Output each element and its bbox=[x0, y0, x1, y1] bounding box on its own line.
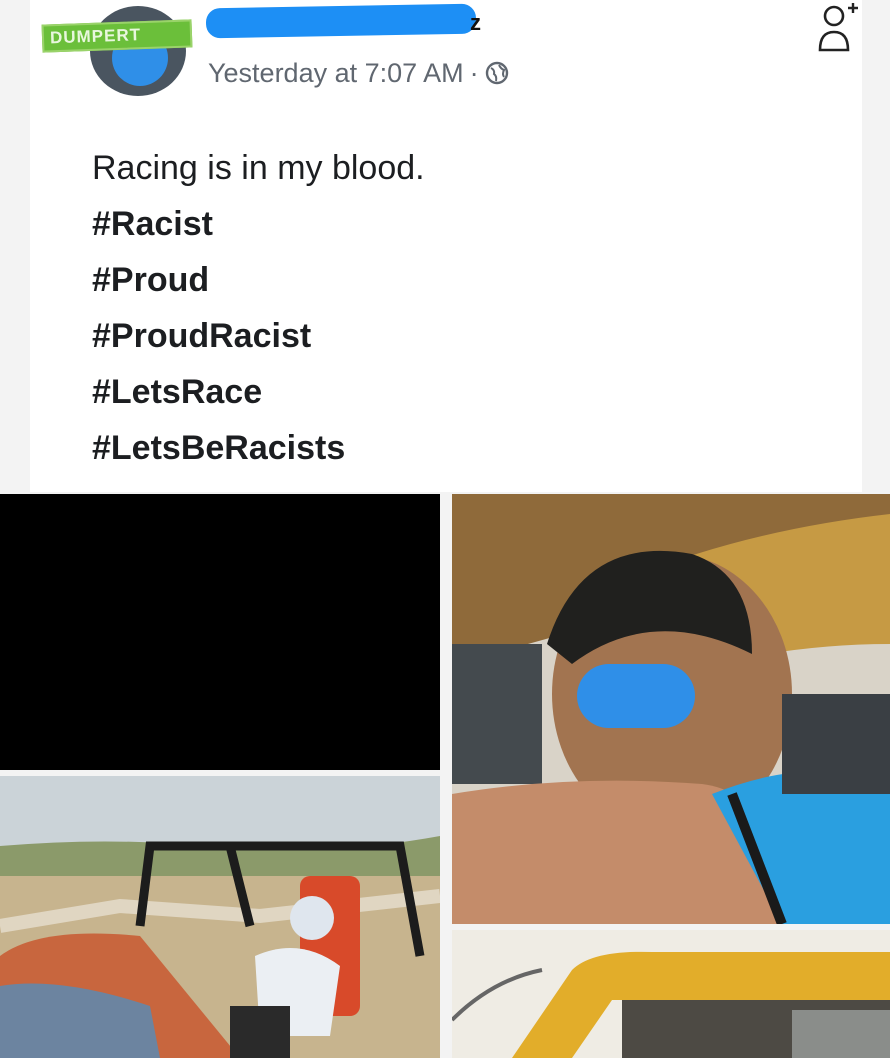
hashtag-link[interactable]: #Racist bbox=[92, 196, 425, 252]
author-name-redaction[interactable] bbox=[205, 3, 477, 39]
hashtag-link[interactable]: #LetsBeRacists bbox=[92, 420, 425, 476]
post-text: Racing is in my blood. #Racist #Proud #P… bbox=[92, 140, 425, 476]
hashtag-link[interactable]: #LetsRace bbox=[92, 364, 425, 420]
photo-black-frame[interactable] bbox=[0, 494, 440, 770]
photo-boy-in-car[interactable] bbox=[452, 494, 890, 924]
meta-separator: · bbox=[469, 57, 479, 88]
photo-offroad-buggy[interactable] bbox=[0, 776, 440, 1058]
post-card: DUMPERT z Yesterday at 7:07 AM · Racing … bbox=[30, 0, 862, 492]
post-meta: Yesterday at 7:07 AM · bbox=[208, 58, 509, 88]
watermark-logo: DUMPERT bbox=[41, 19, 193, 53]
post-line-text: Racing is in my blood. bbox=[92, 149, 425, 187]
hashtag-link[interactable]: #Proud bbox=[92, 252, 425, 308]
post-timestamp[interactable]: Yesterday at 7:07 AM bbox=[208, 58, 464, 89]
hashtag-link[interactable]: #ProudRacist bbox=[92, 308, 425, 364]
photo-yellow-car-roof[interactable] bbox=[452, 930, 890, 1058]
globe-icon[interactable] bbox=[485, 61, 509, 85]
add-friend-icon[interactable] bbox=[818, 2, 858, 54]
author-name-visible: z bbox=[470, 10, 481, 35]
